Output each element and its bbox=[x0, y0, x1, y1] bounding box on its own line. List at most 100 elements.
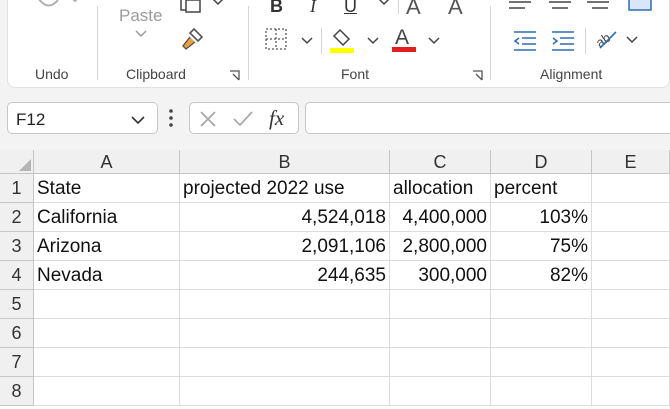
cell-c6[interactable] bbox=[390, 319, 491, 348]
cell-b4[interactable]: 244,635 bbox=[180, 261, 390, 290]
cell-c5[interactable] bbox=[390, 290, 491, 319]
font-launcher-icon[interactable] bbox=[472, 68, 483, 81]
enter-icon[interactable] bbox=[232, 110, 254, 128]
column-header-d[interactable]: D bbox=[491, 150, 592, 174]
cell-c3[interactable]: 2,800,000 bbox=[390, 232, 491, 261]
formula-buttons: fx bbox=[189, 102, 299, 134]
select-all-button[interactable] bbox=[0, 150, 34, 174]
orientation-icon[interactable]: ab bbox=[594, 26, 640, 52]
cell-e5[interactable] bbox=[592, 290, 670, 319]
cell-b2[interactable]: 4,524,018 bbox=[180, 203, 390, 232]
cell-c2[interactable]: 4,400,000 bbox=[390, 203, 491, 232]
copy-icon[interactable] bbox=[179, 0, 229, 14]
name-box-value: F12 bbox=[16, 110, 46, 129]
underline-icon[interactable]: U bbox=[344, 0, 357, 17]
ribbon: Undo Paste Clipboard B I U A A A Font ab… bbox=[7, 0, 670, 88]
cell-c7[interactable] bbox=[390, 348, 491, 377]
formula-input[interactable] bbox=[305, 102, 670, 134]
insert-function-icon[interactable]: fx bbox=[269, 106, 284, 131]
cell-e2[interactable] bbox=[592, 203, 670, 232]
row-header-8[interactable]: 8 bbox=[0, 377, 34, 406]
separator bbox=[248, 6, 249, 80]
format-painter-icon[interactable] bbox=[180, 26, 206, 52]
cell-a1[interactable]: State bbox=[34, 174, 180, 203]
decrease-indent-icon[interactable] bbox=[512, 30, 538, 52]
column-header-a[interactable]: A bbox=[34, 150, 180, 174]
cell-d4[interactable]: 82% bbox=[491, 261, 592, 290]
cell-d2[interactable]: 103% bbox=[491, 203, 592, 232]
wrap-text-icon[interactable] bbox=[628, 0, 654, 12]
italic-icon[interactable]: I bbox=[310, 0, 316, 17]
cell-b6[interactable] bbox=[180, 319, 390, 348]
cell-e3[interactable] bbox=[592, 232, 670, 261]
name-box[interactable]: F12 bbox=[7, 102, 158, 134]
cell-c1[interactable]: allocation bbox=[390, 174, 491, 203]
increase-font-icon[interactable]: A bbox=[406, 0, 421, 20]
undo-group-label: Undo bbox=[35, 66, 69, 82]
cell-a4[interactable]: Nevada bbox=[34, 261, 180, 290]
cell-a8[interactable] bbox=[34, 377, 180, 406]
increase-indent-icon[interactable] bbox=[550, 30, 576, 52]
row-header-6[interactable]: 6 bbox=[0, 319, 34, 348]
font-group-label: Font bbox=[341, 66, 370, 82]
align-top-icon[interactable] bbox=[508, 0, 532, 14]
cell-b5[interactable] bbox=[180, 290, 390, 319]
cell-e7[interactable] bbox=[592, 348, 670, 377]
cell-a2[interactable]: California bbox=[34, 203, 180, 232]
cell-b3[interactable]: 2,091,106 bbox=[180, 232, 390, 261]
cell-b1[interactable]: projected 2022 use bbox=[180, 174, 390, 203]
separator bbox=[321, 28, 322, 54]
fill-color-icon[interactable] bbox=[330, 26, 382, 56]
cell-c4[interactable]: 300,000 bbox=[390, 261, 491, 290]
paste-dropdown-icon[interactable] bbox=[135, 30, 147, 38]
svg-text:A: A bbox=[395, 26, 409, 49]
cell-d8[interactable] bbox=[491, 377, 592, 406]
cell-d5[interactable] bbox=[491, 290, 592, 319]
cell-e4[interactable] bbox=[592, 261, 670, 290]
column-header-e[interactable]: E bbox=[592, 150, 670, 174]
cell-a3[interactable]: Arizona bbox=[34, 232, 180, 261]
align-middle-icon[interactable] bbox=[548, 0, 572, 14]
more-options-icon[interactable] bbox=[168, 108, 174, 133]
cell-a6[interactable] bbox=[34, 319, 180, 348]
cell-e1[interactable] bbox=[592, 174, 670, 203]
row-header-5[interactable]: 5 bbox=[0, 290, 34, 319]
cell-d1[interactable]: percent bbox=[491, 174, 592, 203]
separator bbox=[398, 0, 399, 14]
cell-e6[interactable] bbox=[592, 319, 670, 348]
font-color-icon[interactable]: A bbox=[392, 24, 444, 54]
undo-icon[interactable] bbox=[34, 0, 84, 14]
underline-dropdown-icon[interactable] bbox=[378, 0, 390, 6]
separator bbox=[97, 6, 98, 80]
cell-a7[interactable] bbox=[34, 348, 180, 377]
decrease-font-icon[interactable]: A bbox=[448, 0, 463, 20]
alignment-group-label: Alignment bbox=[540, 66, 603, 82]
bold-icon[interactable]: B bbox=[270, 0, 283, 17]
cell-b7[interactable] bbox=[180, 348, 390, 377]
row-header-7[interactable]: 7 bbox=[0, 348, 34, 377]
separator bbox=[490, 6, 491, 80]
cell-a5[interactable] bbox=[34, 290, 180, 319]
cell-c8[interactable] bbox=[390, 377, 491, 406]
cell-b8[interactable] bbox=[180, 377, 390, 406]
cell-d6[interactable] bbox=[491, 319, 592, 348]
borders-icon[interactable] bbox=[264, 27, 316, 53]
svg-text:ab: ab bbox=[594, 30, 613, 51]
column-header-b[interactable]: B bbox=[180, 150, 390, 174]
cell-d3[interactable]: 75% bbox=[491, 232, 592, 261]
clipboard-launcher-icon[interactable] bbox=[229, 68, 240, 81]
clipboard-group-label: Clipboard bbox=[126, 66, 186, 82]
align-bottom-icon[interactable] bbox=[586, 0, 610, 14]
row-header-3[interactable]: 3 bbox=[0, 232, 34, 261]
cancel-icon[interactable] bbox=[199, 110, 217, 128]
cell-e8[interactable] bbox=[592, 377, 670, 406]
row-header-1[interactable]: 1 bbox=[0, 174, 34, 203]
spreadsheet-grid: A B C D E 1 State projected 2022 use allocation p… bbox=[0, 150, 670, 409]
row-header-2[interactable]: 2 bbox=[0, 203, 34, 232]
row-header-4[interactable]: 4 bbox=[0, 261, 34, 290]
paste-button[interactable]: Paste bbox=[119, 6, 162, 26]
column-header-c[interactable]: C bbox=[390, 150, 491, 174]
cell-d7[interactable] bbox=[491, 348, 592, 377]
separator bbox=[585, 28, 586, 54]
chevron-down-icon[interactable] bbox=[131, 112, 145, 130]
